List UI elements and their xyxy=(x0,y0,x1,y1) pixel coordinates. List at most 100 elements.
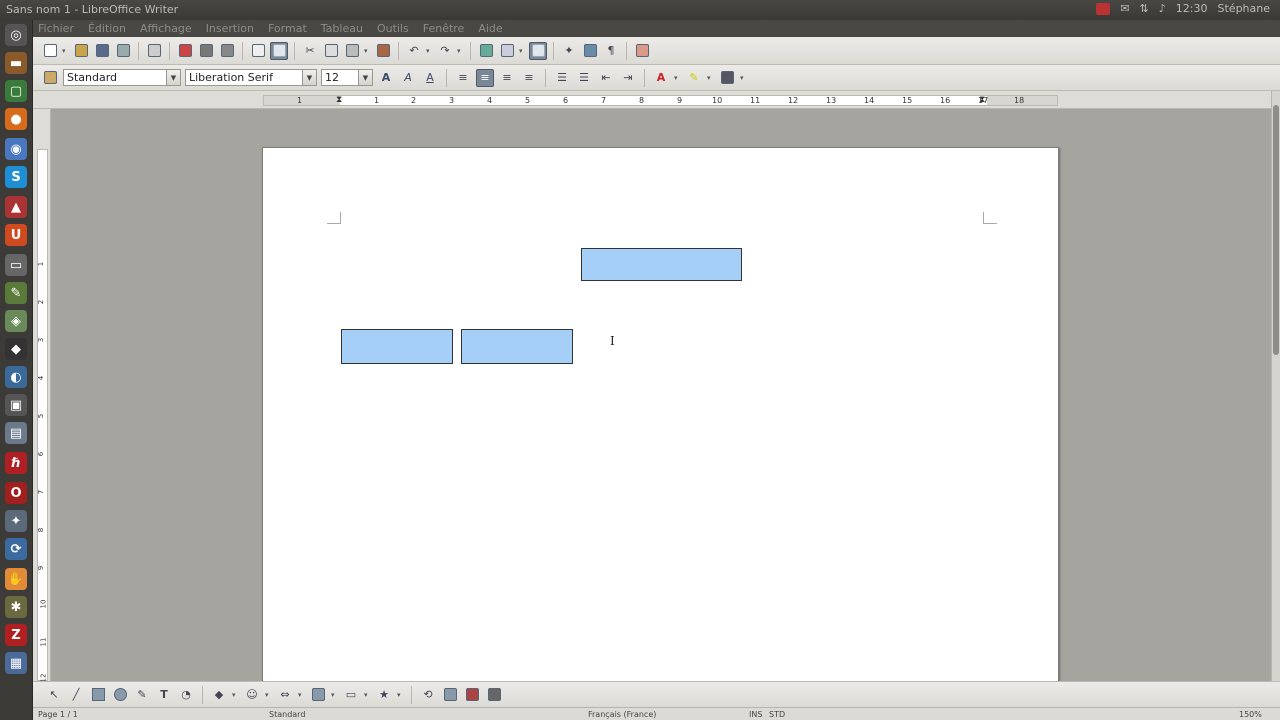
gallery-icon[interactable] xyxy=(581,42,599,60)
extrusion-icon[interactable] xyxy=(485,686,503,704)
right-indent-marker-icon[interactable]: ⧗ xyxy=(979,96,985,105)
hyperlink-icon[interactable] xyxy=(477,42,495,60)
zoom-level[interactable]: 150% xyxy=(1239,710,1262,719)
scrollbar-thumb[interactable] xyxy=(1273,105,1279,355)
foot-icon[interactable]: ✋ xyxy=(5,568,27,590)
flowchart-dropdown-icon[interactable]: ▾ xyxy=(331,686,338,704)
print-preview-icon[interactable] xyxy=(218,42,236,60)
print-icon[interactable] xyxy=(197,42,215,60)
vertical-ruler[interactable]: 1 2 3 4 5 6 7 8 9 10 11 12 xyxy=(37,149,48,682)
blender-icon[interactable]: ◐ xyxy=(5,366,27,388)
table-dropdown-icon[interactable]: ▾ xyxy=(519,42,526,60)
callouts-icon[interactable]: ▭ xyxy=(342,686,360,704)
cut-icon[interactable]: ✂ xyxy=(301,42,319,60)
underline-icon[interactable]: A xyxy=(421,69,439,87)
redo-dropdown-icon[interactable]: ▾ xyxy=(457,42,464,60)
firefox-icon[interactable]: ● xyxy=(5,108,27,130)
document-workspace[interactable]: I xyxy=(51,109,1271,681)
freeform-icon[interactable]: ✎ xyxy=(133,686,151,704)
show-draw-functions-icon[interactable] xyxy=(529,41,547,60)
font-name-select[interactable]: Liberation Serif ▼ xyxy=(185,69,317,86)
stars-dropdown-icon[interactable]: ▾ xyxy=(397,686,404,704)
edit-file-icon[interactable] xyxy=(145,42,163,60)
bug-icon[interactable]: ✱ xyxy=(5,596,27,618)
open-icon[interactable] xyxy=(72,42,90,60)
basic-shapes-icon[interactable]: ◆ xyxy=(210,686,228,704)
terminal-icon[interactable]: ▢ xyxy=(5,80,27,102)
monitor-icon[interactable]: ▣ xyxy=(5,394,27,416)
horizontal-ruler[interactable]: 1 1 2 3 4 5 6 7 8 9 10 11 12 13 14 15 16… xyxy=(263,95,1058,106)
insert-mode[interactable]: INS xyxy=(749,710,762,719)
selection-mode[interactable]: STD xyxy=(769,710,785,719)
block-arrows-icon[interactable]: ⇔ xyxy=(276,686,294,704)
menu-outils[interactable]: Outils xyxy=(377,22,409,35)
paragraph-style-select[interactable]: Standard ▼ xyxy=(63,69,181,86)
vertical-scrollbar[interactable] xyxy=(1271,91,1280,681)
zoom-icon[interactable] xyxy=(633,42,651,60)
inkscape-icon[interactable]: ◆ xyxy=(5,338,27,360)
new-document-icon[interactable] xyxy=(41,42,59,60)
from-file-icon[interactable] xyxy=(463,686,481,704)
rectangle-shape-middle[interactable] xyxy=(461,329,573,364)
export-pdf-icon[interactable] xyxy=(176,42,194,60)
formatting-marks-icon[interactable]: ¶ xyxy=(602,42,620,60)
filezilla-icon[interactable]: Z xyxy=(5,624,27,646)
image-icon[interactable]: ▤ xyxy=(5,422,27,444)
chevron-down-icon[interactable]: ▼ xyxy=(166,70,180,85)
bold-icon[interactable]: A xyxy=(377,69,395,87)
page-style[interactable]: Standard xyxy=(269,710,305,719)
fontwork-icon[interactable] xyxy=(441,686,459,704)
background-color-icon[interactable] xyxy=(718,69,736,87)
record-icon[interactable] xyxy=(1096,2,1111,15)
decrease-indent-icon[interactable]: ⇤ xyxy=(597,69,615,87)
left-indent-marker-icon[interactable]: ⧗ xyxy=(336,96,342,105)
opera-icon[interactable]: O xyxy=(5,482,27,504)
menu-aide[interactable]: Aide xyxy=(478,22,502,35)
table-icon[interactable] xyxy=(498,42,516,60)
ubuntu-one-icon[interactable]: U xyxy=(5,224,27,246)
callouts-dropdown-icon[interactable]: ▾ xyxy=(364,686,371,704)
menu-insertion[interactable]: Insertion xyxy=(206,22,254,35)
text-icon[interactable]: T xyxy=(155,686,173,704)
sync-icon[interactable]: ⟳ xyxy=(5,538,27,560)
italic-icon[interactable]: A xyxy=(399,69,417,87)
clone-formatting-icon[interactable] xyxy=(374,42,392,60)
align-right-icon[interactable]: ≡ xyxy=(498,69,516,87)
files-icon[interactable]: ▬ xyxy=(5,52,27,74)
bag-icon[interactable]: ▲ xyxy=(5,196,27,218)
new-dropdown-icon[interactable]: ▾ xyxy=(62,42,69,60)
autospellcheck-icon[interactable] xyxy=(270,41,288,60)
symbol-shapes-dropdown-icon[interactable]: ▾ xyxy=(265,686,272,704)
highlighting-dropdown-icon[interactable]: ▾ xyxy=(707,69,714,87)
block-arrows-dropdown-icon[interactable]: ▾ xyxy=(298,686,305,704)
font-color-icon[interactable]: A xyxy=(652,69,670,87)
background-dropdown-icon[interactable]: ▾ xyxy=(740,69,747,87)
app-icon[interactable]: ℏ xyxy=(5,452,27,474)
menu-edition[interactable]: Édition xyxy=(88,22,126,35)
numbering-icon[interactable]: ☰ xyxy=(553,69,571,87)
justify-icon[interactable]: ≡ xyxy=(520,69,538,87)
callout-icon[interactable]: ◔ xyxy=(177,686,195,704)
rectangle-shape-left[interactable] xyxy=(341,329,453,364)
network-icon[interactable]: ⇅ xyxy=(1140,2,1149,15)
select-arrow-icon[interactable]: ↖ xyxy=(45,686,63,704)
menu-fenetre[interactable]: Fenêtre xyxy=(423,22,465,35)
pencil-icon[interactable]: ✎ xyxy=(5,282,27,304)
align-left-icon[interactable]: ≡ xyxy=(454,69,472,87)
rectangle-icon[interactable] xyxy=(89,686,107,704)
menu-affichage[interactable]: Affichage xyxy=(140,22,192,35)
navigator-icon[interactable]: ✦ xyxy=(560,42,578,60)
rectangle-shape-top[interactable] xyxy=(581,248,742,281)
undo-dropdown-icon[interactable]: ▾ xyxy=(426,42,433,60)
save-icon[interactable] xyxy=(93,42,111,60)
copy-icon[interactable] xyxy=(322,42,340,60)
points-icon[interactable]: ⟲ xyxy=(419,686,437,704)
menu-fichier[interactable]: Fichier xyxy=(38,22,74,35)
volume-icon[interactable]: ♪ xyxy=(1159,2,1166,15)
chromium-icon[interactable]: ◉ xyxy=(5,138,27,160)
chevron-down-icon[interactable]: ▼ xyxy=(358,70,372,85)
clock[interactable]: 12:30 xyxy=(1176,2,1208,15)
undo-icon[interactable]: ↶ xyxy=(405,42,423,60)
paste-icon[interactable] xyxy=(343,42,361,60)
align-center-icon[interactable]: ≡ xyxy=(476,68,494,87)
